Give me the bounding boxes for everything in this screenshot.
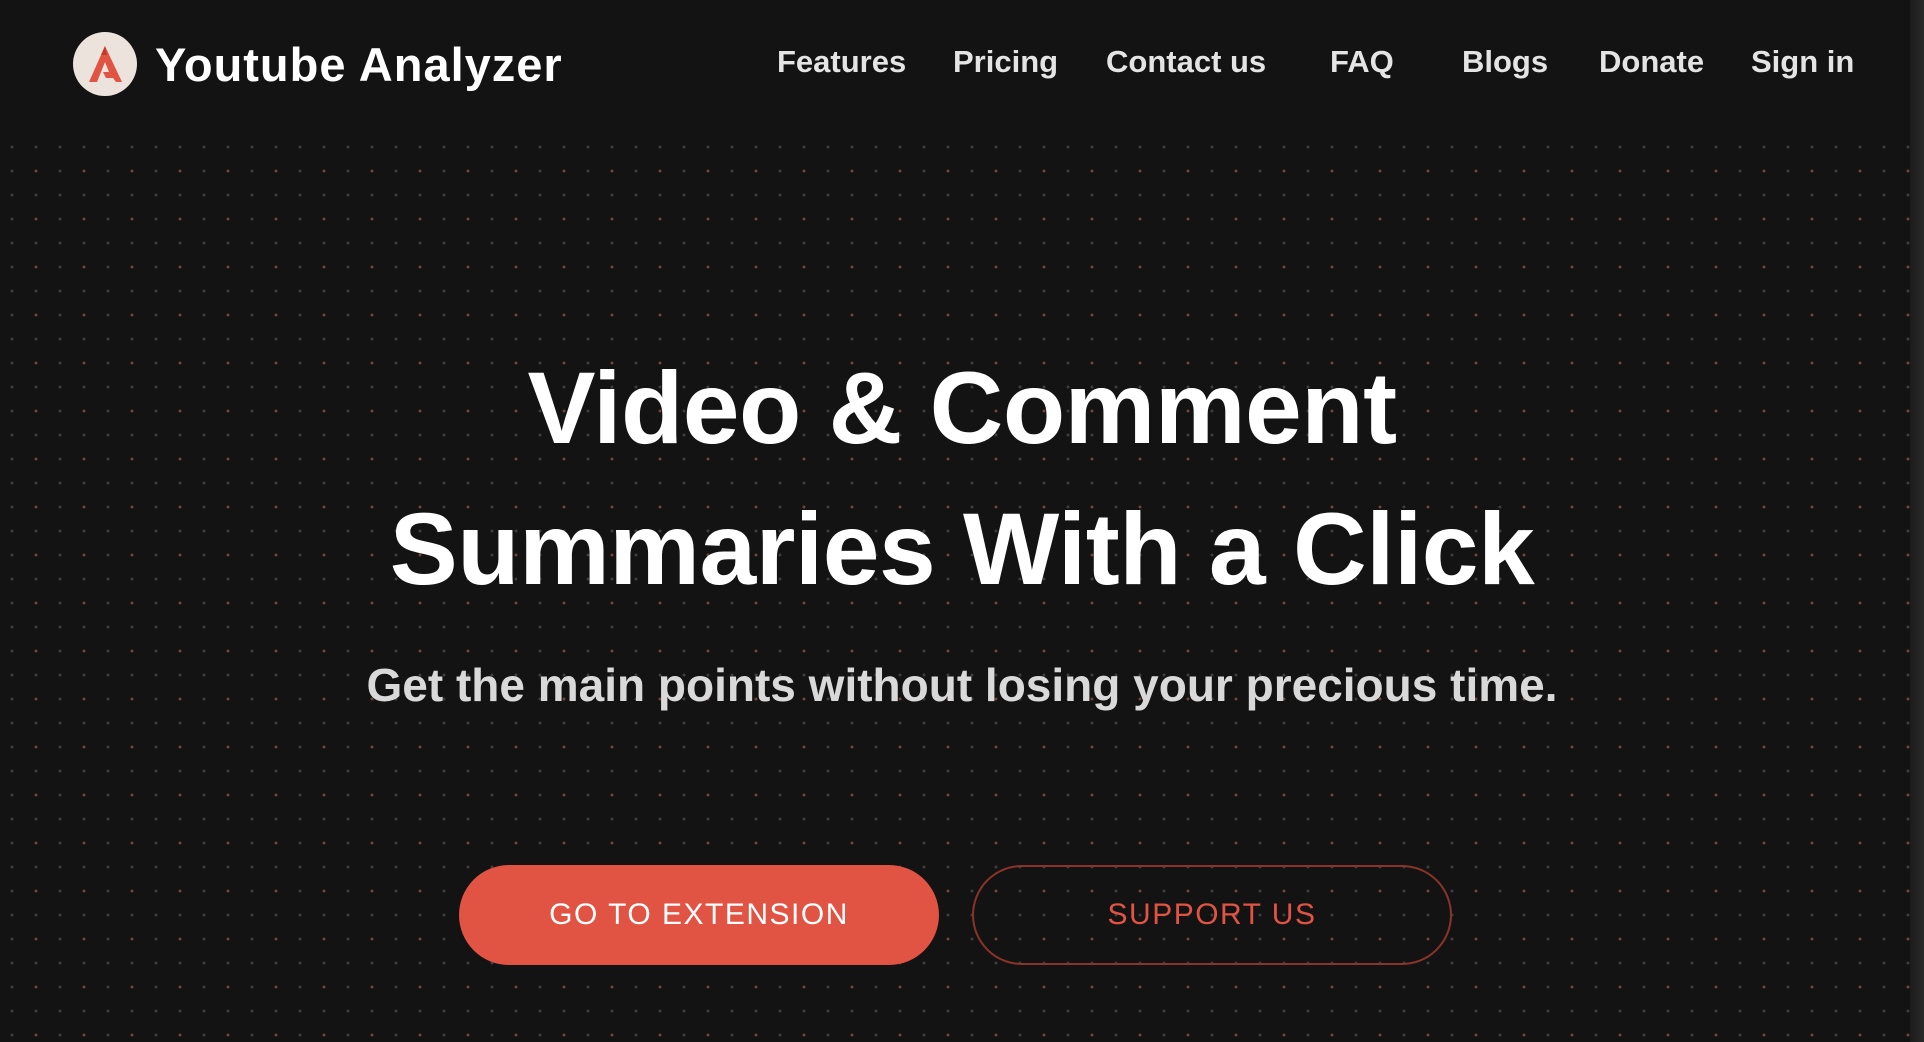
go-to-extension-button[interactable]: GO TO EXTENSION xyxy=(459,865,939,965)
hero-subtitle: Get the main points without losing your … xyxy=(366,659,1558,711)
nav-pricing[interactable]: Pricing xyxy=(953,44,1058,84)
support-us-button[interactable]: SUPPORT US xyxy=(972,865,1452,965)
brand-name: Youtube Analyzer xyxy=(155,37,563,91)
nav-features[interactable]: Features xyxy=(777,44,906,84)
nav-blogs[interactable]: Blogs xyxy=(1462,44,1548,84)
nav-contact-us[interactable]: Contact us xyxy=(1106,44,1266,84)
hero-headline-line-1: Video & Comment xyxy=(527,351,1397,465)
site-header: Youtube Analyzer Features Pricing Contac… xyxy=(0,0,1924,128)
brand-home-link[interactable]: Youtube Analyzer xyxy=(73,31,563,97)
nav-faq[interactable]: FAQ xyxy=(1330,44,1394,84)
hero-headline-line-2: Summaries With a Click xyxy=(389,492,1535,606)
landing-page: Youtube Analyzer Features Pricing Contac… xyxy=(0,0,1924,1042)
analyzer-logo-icon xyxy=(73,32,137,96)
scrollbar-track[interactable] xyxy=(1910,0,1924,1042)
nav-sign-in[interactable]: Sign in xyxy=(1751,44,1854,84)
nav-donate[interactable]: Donate xyxy=(1599,44,1704,84)
hero-headline: Video & Comment Summaries With a Click xyxy=(0,338,1924,620)
